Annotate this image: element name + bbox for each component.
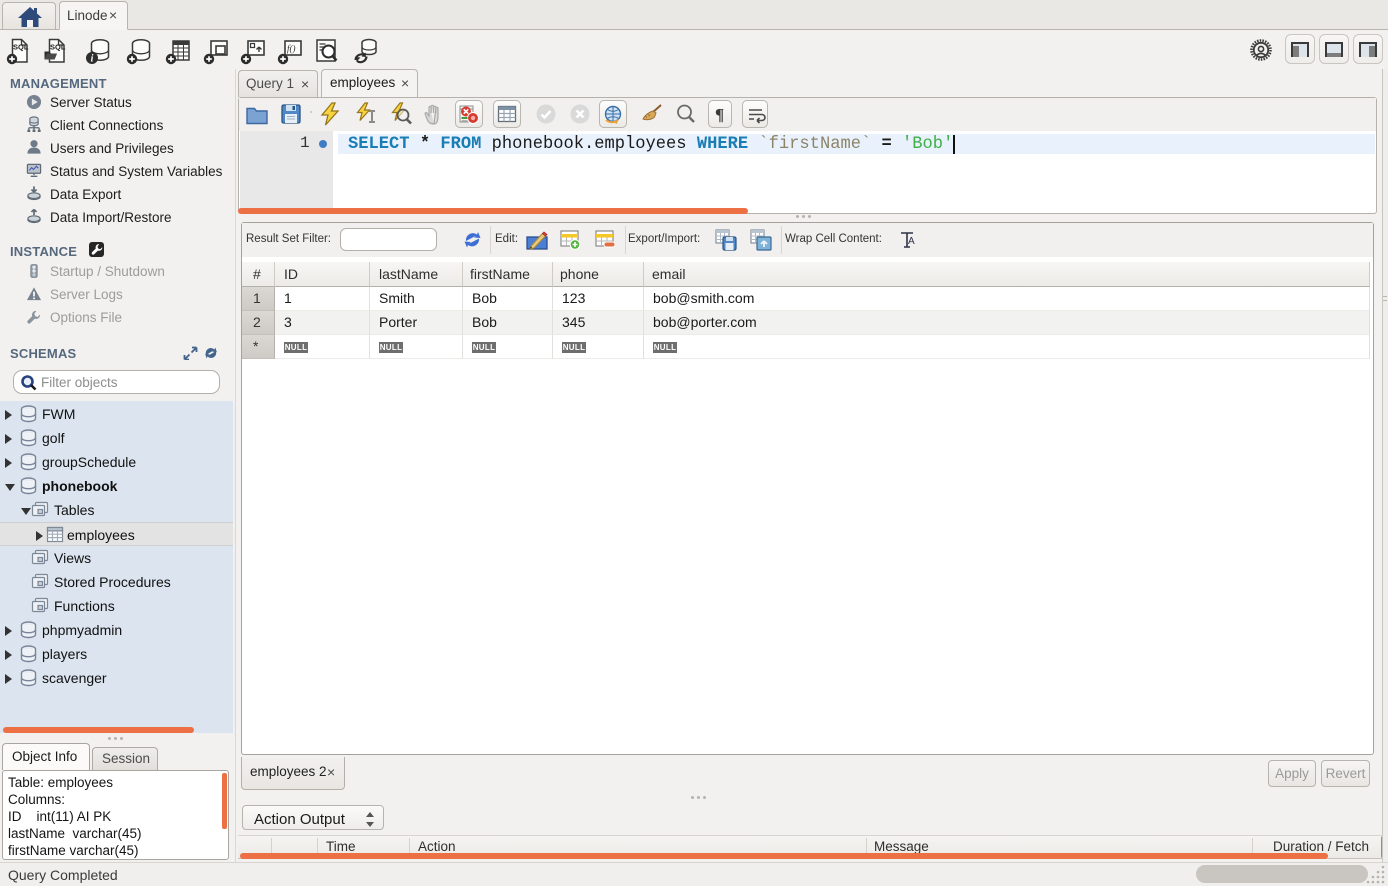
svg-text:SQL: SQL xyxy=(13,43,29,52)
svg-text:A: A xyxy=(908,236,915,247)
svg-text:i: i xyxy=(91,54,94,65)
svg-text:¶: ¶ xyxy=(715,105,724,124)
svg-text:SQL: SQL xyxy=(50,43,66,52)
svg-text:f(): f() xyxy=(287,44,296,54)
